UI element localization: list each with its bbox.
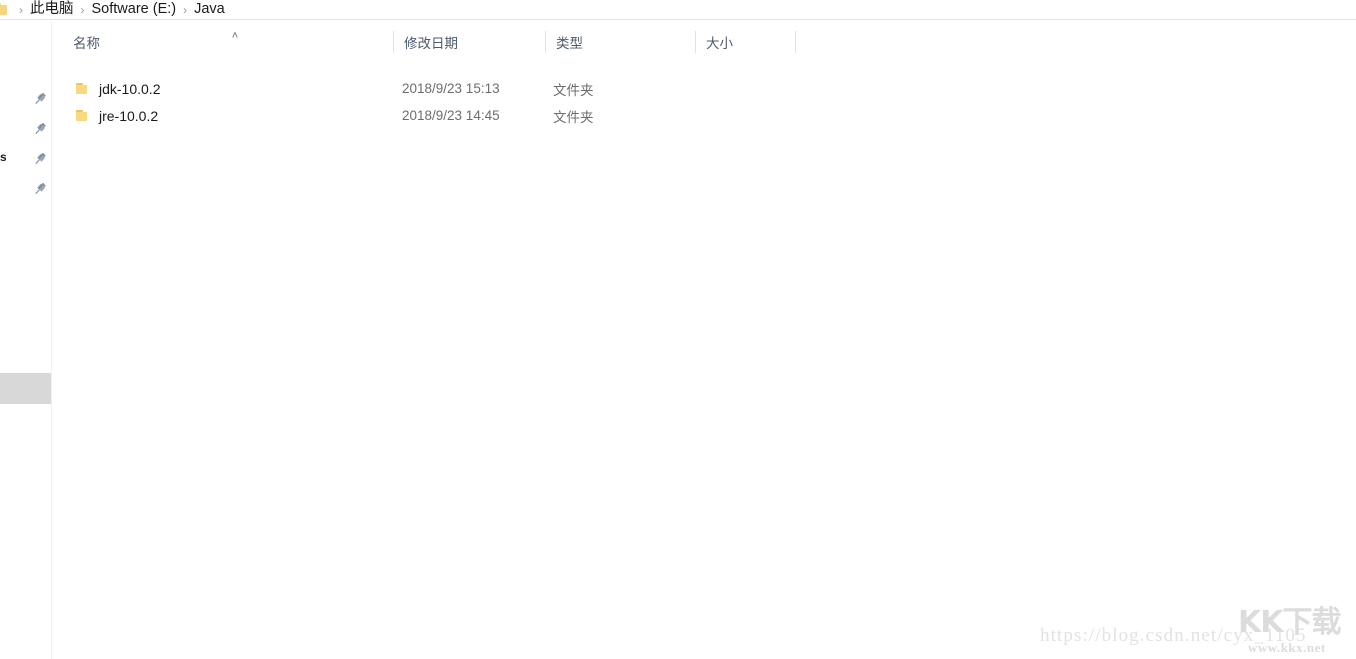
row-name-cell[interactable]: jdk-10.0.2	[75, 75, 160, 102]
file-date-modified: 2018/9/23 14:45	[402, 108, 500, 123]
table-row[interactable]: jdk-10.0.2 2018/9/23 15:13 文件夹	[53, 75, 1356, 102]
pushpin-icon[interactable]	[32, 91, 48, 107]
column-header-type[interactable]: 类型	[546, 27, 695, 57]
navigation-pane: s	[0, 21, 52, 659]
row-name-cell[interactable]: jre-10.0.2	[75, 102, 158, 129]
sort-ascending-icon: ˄	[231, 30, 239, 42]
nav-clipped-label[interactable]: s	[0, 151, 6, 163]
watermark-logo-site: www.kkx.net	[1248, 640, 1326, 655]
breadcrumb[interactable]: › 此电脑 › Software (E:) › Java	[0, 0, 1356, 20]
chevron-right-icon[interactable]: ›	[176, 4, 194, 16]
pushpin-icon[interactable]	[32, 121, 48, 137]
file-date-modified: 2018/9/23 15:13	[402, 81, 500, 96]
watermark-logo: KK下载 www.kkx.net	[1238, 607, 1353, 657]
column-divider[interactable]	[795, 31, 796, 53]
folder-icon	[75, 109, 89, 122]
chevron-right-icon[interactable]: ›	[12, 4, 30, 16]
file-list-pane: 名称 ˄ 修改日期 类型 大小 jdk-10.0.2 2018/9/23 15:…	[53, 21, 1356, 659]
column-header-row: 名称 ˄ 修改日期 类型 大小	[53, 27, 1356, 57]
column-header-size[interactable]: 大小	[696, 27, 795, 57]
table-row[interactable]: jre-10.0.2 2018/9/23 14:45 文件夹	[53, 102, 1356, 129]
breadcrumb-item-this-pc[interactable]: 此电脑	[30, 2, 74, 17]
pushpin-icon[interactable]	[32, 151, 48, 167]
column-header-name[interactable]: 名称	[63, 27, 393, 57]
folder-icon	[0, 3, 8, 16]
file-list: jdk-10.0.2 2018/9/23 15:13 文件夹 jre-10.0.…	[53, 75, 1356, 129]
pushpin-icon[interactable]	[32, 181, 48, 197]
file-type: 文件夹	[553, 109, 594, 125]
watermark-logo-text: KK下载	[1238, 605, 1341, 640]
breadcrumb-item-software-e[interactable]: Software (E:)	[92, 2, 177, 17]
file-name: jdk-10.0.2	[99, 80, 161, 97]
breadcrumb-item-java[interactable]: Java	[194, 2, 225, 17]
folder-icon	[75, 82, 89, 95]
column-header-date-modified[interactable]: 修改日期	[394, 27, 545, 57]
file-name: jre-10.0.2	[99, 107, 159, 124]
file-type: 文件夹	[553, 82, 594, 98]
nav-selected-item[interactable]	[0, 373, 51, 404]
chevron-right-icon[interactable]: ›	[74, 4, 92, 16]
